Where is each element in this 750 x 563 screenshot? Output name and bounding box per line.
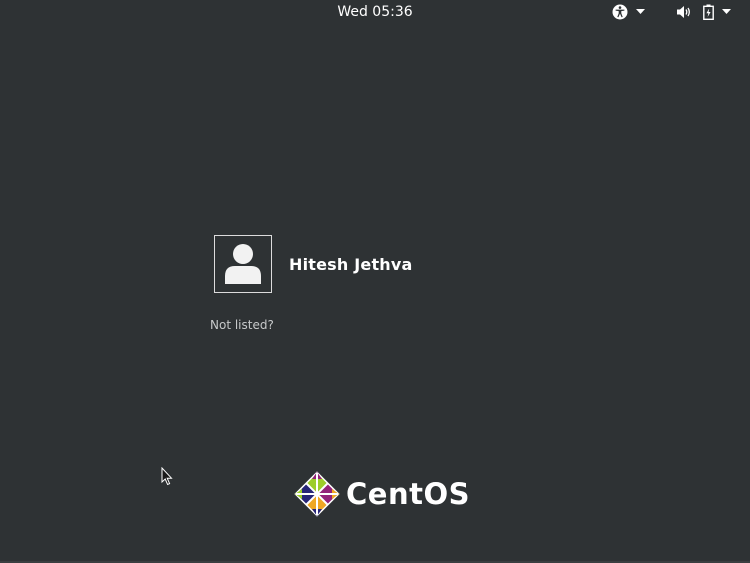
top-bar: Wed 05:36 [0, 0, 750, 24]
accessibility-icon [612, 4, 628, 20]
clock-label: Wed 05:36 [337, 4, 412, 20]
mouse-pointer-icon [161, 467, 173, 490]
login-screen: Wed 05:36 [0, 0, 750, 563]
accessibility-menu[interactable] [612, 3, 645, 21]
chevron-down-icon [636, 9, 645, 15]
brand-logo: CentOS [294, 471, 470, 517]
centos-logo-icon [294, 471, 340, 517]
brand-name: CentOS [346, 477, 470, 511]
user-avatar-icon [224, 243, 262, 285]
volume-icon [676, 5, 692, 19]
user-entry[interactable]: Hitesh Jethva [214, 235, 413, 293]
avatar [214, 235, 272, 293]
system-menu[interactable] [676, 3, 731, 21]
chevron-down-icon [722, 9, 731, 15]
not-listed-link[interactable]: Not listed? [210, 318, 274, 332]
user-name: Hitesh Jethva [289, 255, 413, 274]
battery-icon [703, 4, 714, 20]
